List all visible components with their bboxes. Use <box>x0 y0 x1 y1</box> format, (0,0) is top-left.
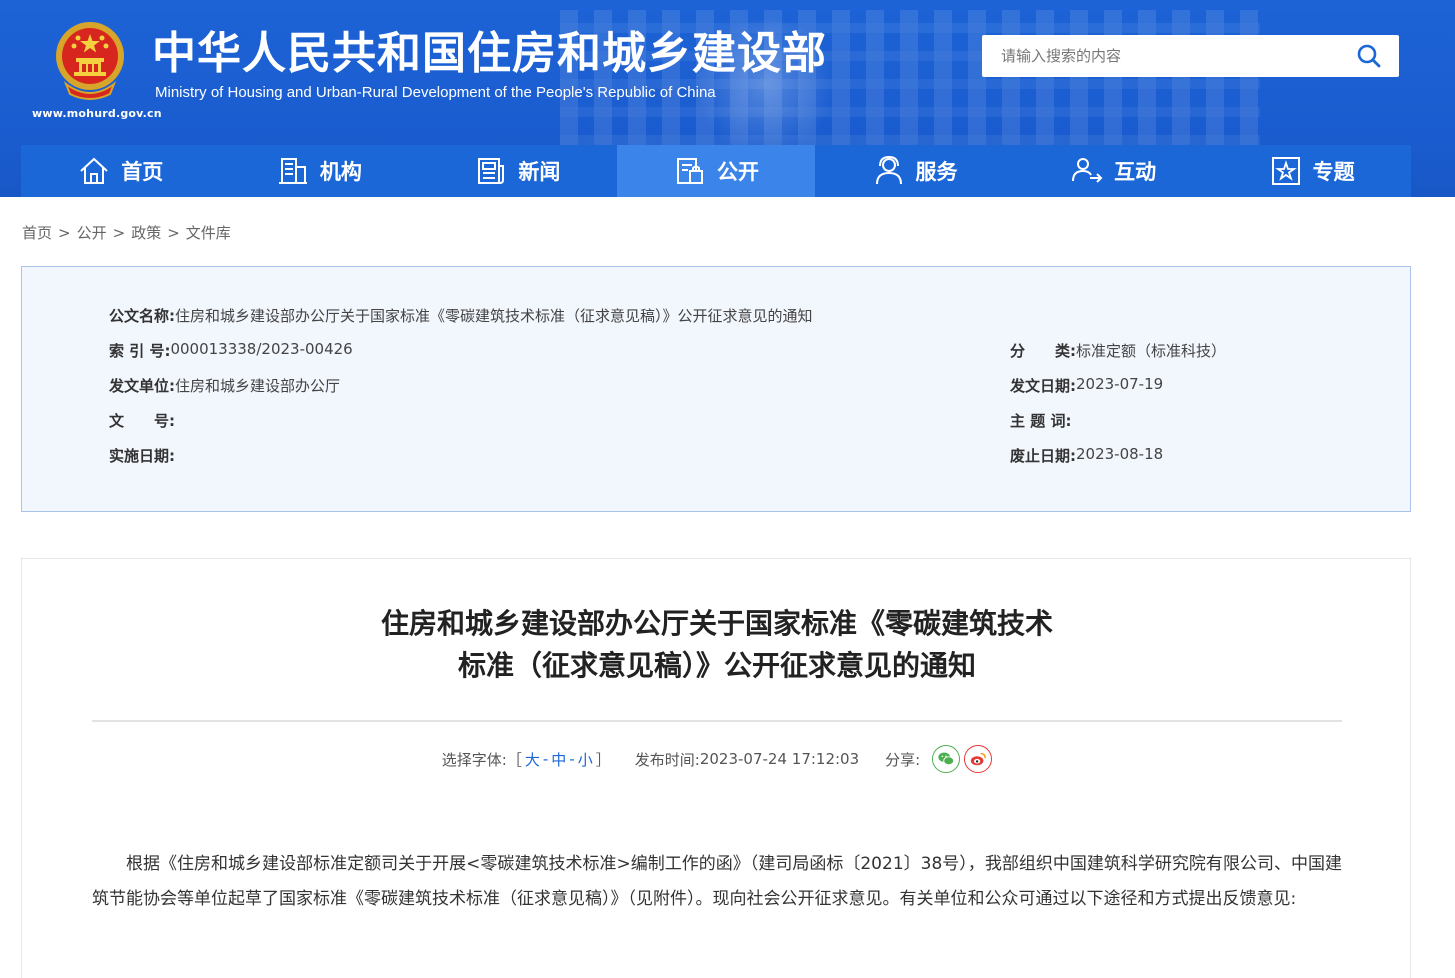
site-subtitle-en: Ministry of Housing and Urban-Rural Deve… <box>155 84 716 101</box>
info-document-name: 公文名称: 住房和城乡建设部办公厅关于国家标准《零碳建筑技术标准（征求意见稿）》… <box>109 305 813 326</box>
info-value: 住房和城乡建设部办公厅关于国家标准《零碳建筑技术标准（征求意见稿）》公开征求意见… <box>175 307 813 325</box>
breadcrumb-separator: > <box>58 223 71 242</box>
wechat-share-icon[interactable] <box>932 745 961 773</box>
info-label: 分 类: <box>1010 342 1076 360</box>
info-label: 主 题 词: <box>1010 412 1072 430</box>
info-category: 分 类: 标准定额（标准科技） <box>1010 340 1226 361</box>
info-label: 发文日期: <box>1010 377 1076 395</box>
info-expiry-date: 废止日期: 2023-08-18 <box>1010 445 1163 466</box>
font-small-button[interactable]: 小 <box>575 749 596 770</box>
main-nav: 首页 机构 新闻 公开 服务 互动 专题 <box>21 145 1411 197</box>
font-size-selector: 选择字体: ［ 大 - 中 - 小 ］ <box>442 749 611 770</box>
service-icon <box>875 155 902 185</box>
article-body: 根据《住房和城乡建设部标准定额司关于开展<零碳建筑技术标准>编制工作的函》（建司… <box>92 854 1342 909</box>
nav-item-topic[interactable]: 专题 <box>1212 145 1411 197</box>
nav-item-disclosure[interactable]: 公开 <box>616 145 816 197</box>
breadcrumb: 首页 > 公开 > 政策 > 文件库 <box>22 222 231 243</box>
info-document-number: 文 号: <box>109 410 175 431</box>
font-select-label: 选择字体: <box>441 750 507 769</box>
breadcrumb-file-library[interactable]: 文件库 <box>186 222 231 243</box>
weibo-share-icon[interactable] <box>964 745 993 773</box>
info-effective-date: 实施日期: <box>109 445 175 466</box>
info-issue-date: 发文日期: 2023-07-19 <box>1010 375 1163 396</box>
home-icon <box>80 157 108 184</box>
nav-label: 公开 <box>716 160 759 184</box>
info-value: 2023-08-18 <box>1076 445 1164 463</box>
nav-item-interaction[interactable]: 互动 <box>1014 145 1213 197</box>
nav-item-service[interactable]: 服务 <box>815 145 1014 197</box>
nav-label: 服务 <box>915 160 958 184</box>
share-label: 分享: <box>885 750 921 769</box>
info-value: 000013338/2023-00426 <box>170 340 353 358</box>
breadcrumb-home[interactable]: 首页 <box>22 222 52 243</box>
document-info-box: 公文名称: 住房和城乡建设部办公厅关于国家标准《零碳建筑技术标准（征求意见稿）》… <box>21 266 1411 512</box>
site-url: www.mohurd.gov.cn <box>32 107 162 120</box>
article-title-line: 住房和城乡建设部办公厅关于国家标准《零碳建筑技术 <box>380 607 1053 640</box>
breadcrumb-separator: > <box>112 223 126 242</box>
info-value: 住房和城乡建设部办公厅 <box>175 377 341 395</box>
nav-label: 新闻 <box>518 160 561 184</box>
publish-time: 2023-07-24 17:12:03 <box>699 750 860 768</box>
national-emblem-icon[interactable] <box>52 20 128 102</box>
info-value: 标准定额（标准科技） <box>1076 342 1227 360</box>
info-label: 废止日期: <box>1010 447 1076 465</box>
bracket-close: ］ <box>595 750 611 769</box>
breadcrumb-separator: > <box>167 223 180 242</box>
info-index-number: 索 引 号: 000013338/2023-00426 <box>109 340 353 361</box>
nav-label: 首页 <box>121 160 164 184</box>
nav-label: 互动 <box>1114 160 1157 184</box>
topic-icon <box>1271 157 1300 185</box>
nav-item-organization[interactable]: 机构 <box>220 145 419 197</box>
info-label: 索 引 号: <box>109 342 171 360</box>
bracket-open: ［ <box>506 750 522 769</box>
interaction-icon <box>1072 158 1103 183</box>
info-issuer: 发文单位: 住房和城乡建设部办公厅 <box>109 375 340 396</box>
nav-label: 机构 <box>319 160 362 184</box>
site-title[interactable]: 中华人民共和国住房和城乡建设部 <box>152 26 827 82</box>
disclosure-icon <box>676 158 703 184</box>
info-label: 发文单位: <box>109 377 175 395</box>
info-value: 2023-07-19 <box>1076 375 1164 393</box>
font-medium-button[interactable]: 中 <box>548 749 569 770</box>
info-label: 公文名称: <box>109 307 175 325</box>
font-large-button[interactable]: 大 <box>522 749 543 770</box>
info-label: 实施日期: <box>109 447 175 465</box>
breadcrumb-disclosure[interactable]: 公开 <box>77 222 107 243</box>
search-box <box>982 35 1399 77</box>
article-meta-bar: 选择字体: ［ 大 - 中 - 小 ］ 发布时间: 2023-07-24 17:… <box>22 745 1412 773</box>
nav-item-news[interactable]: 新闻 <box>418 145 617 197</box>
building-icon <box>278 158 307 184</box>
search-input[interactable] <box>982 35 1342 77</box>
article-panel: 住房和城乡建设部办公厅关于国家标准《零碳建筑技术 标准（征求意见稿）》公开征求意… <box>21 558 1411 978</box>
info-keywords: 主 题 词: <box>1010 410 1071 431</box>
publish-label: 发布时间: <box>634 750 700 769</box>
news-icon <box>478 158 505 184</box>
breadcrumb-policy[interactable]: 政策 <box>131 222 161 243</box>
article-divider <box>92 720 1342 722</box>
search-icon[interactable] <box>1355 42 1383 70</box>
nav-label: 专题 <box>1312 160 1355 184</box>
nav-item-home[interactable]: 首页 <box>21 145 220 197</box>
article-title: 住房和城乡建设部办公厅关于国家标准《零碳建筑技术 标准（征求意见稿）》公开征求意… <box>22 603 1412 687</box>
info-label: 文 号: <box>109 412 175 430</box>
article-title-line: 标准（征求意见稿）》公开征求意见的通知 <box>457 649 976 682</box>
